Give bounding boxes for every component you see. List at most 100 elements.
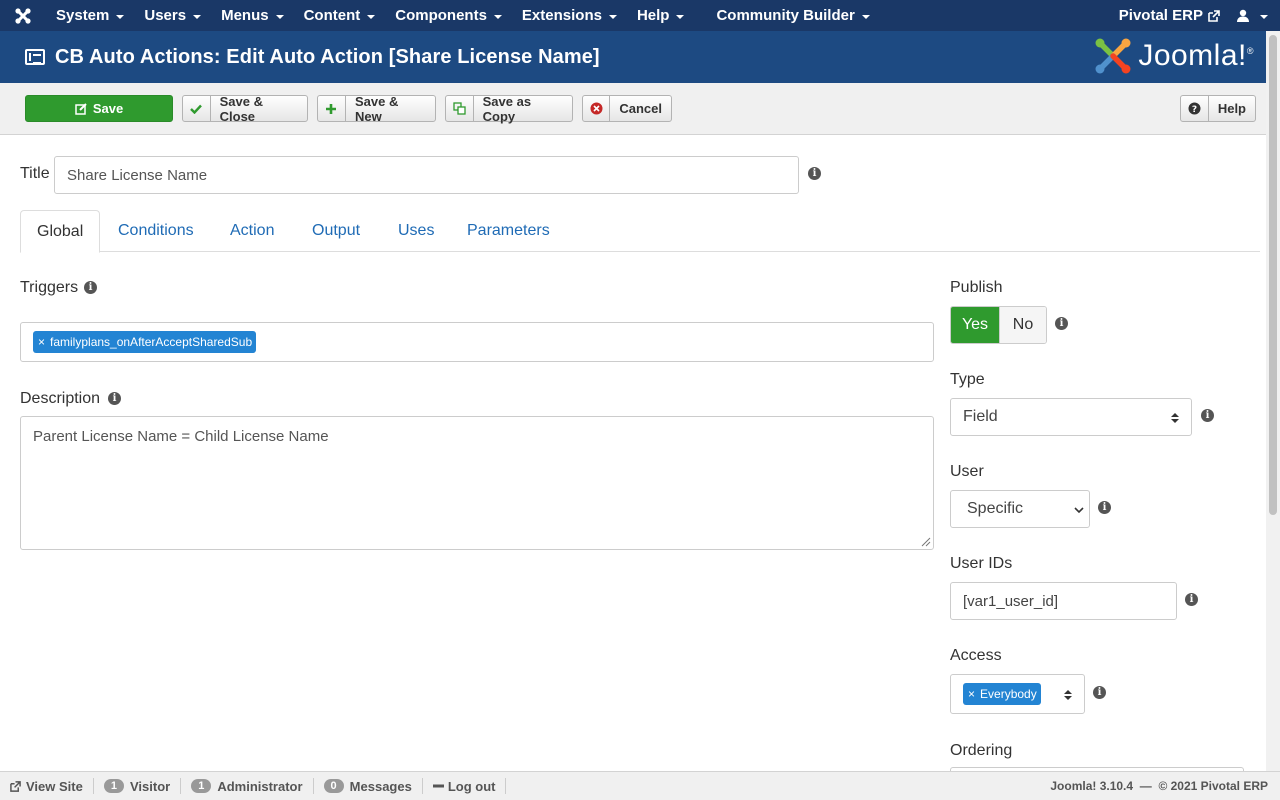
info-icon[interactable]: i: [1055, 317, 1068, 330]
menu-menus[interactable]: Menus: [211, 0, 294, 31]
minus-icon: [432, 784, 444, 788]
svg-text:?: ?: [1192, 105, 1197, 115]
user-ids-input[interactable]: [var1_user_id]: [950, 582, 1177, 620]
joomla-icon[interactable]: [0, 0, 46, 31]
tab-uses[interactable]: Uses: [398, 210, 434, 252]
remove-tag-icon[interactable]: ×: [968, 687, 975, 701]
chevron-down-icon: [367, 14, 376, 19]
save-button[interactable]: Save: [25, 95, 173, 122]
joomla-logo-icon: [1095, 38, 1131, 74]
plus-icon: [318, 96, 346, 121]
site-link[interactable]: Pivotal ERP: [1107, 7, 1232, 24]
cancel-button[interactable]: Cancel: [582, 95, 672, 122]
menu-users[interactable]: Users: [134, 0, 211, 31]
menu-content[interactable]: Content: [294, 0, 386, 31]
ordering-label: Ordering: [950, 742, 1013, 759]
page-header: CB Auto Actions: Edit Auto Action [Share…: [0, 31, 1280, 83]
save-new-button[interactable]: Save & New: [317, 94, 436, 124]
type-select[interactable]: Field: [950, 398, 1192, 436]
visitor-count: 1 Visitor: [94, 778, 182, 794]
question-icon: ?: [1181, 96, 1209, 121]
access-label: Access: [950, 647, 1002, 664]
publish-yes-button[interactable]: Yes: [951, 307, 999, 343]
menu-system[interactable]: System: [46, 0, 134, 31]
resize-handle-icon[interactable]: [919, 535, 931, 547]
status-bar: View Site 1 Visitor 1 Administrator 0 Me…: [0, 771, 1280, 800]
user-icon: [1237, 9, 1249, 22]
tab-output[interactable]: Output: [312, 210, 360, 252]
info-icon[interactable]: i: [1201, 409, 1214, 422]
cancel-icon: [583, 96, 611, 121]
view-site-link[interactable]: View Site: [0, 778, 94, 794]
tab-parameters[interactable]: Parameters: [467, 210, 550, 252]
user-menu[interactable]: [1232, 9, 1280, 23]
scrollbar[interactable]: [1266, 31, 1280, 771]
save-copy-button[interactable]: Save as Copy: [445, 94, 573, 124]
info-icon[interactable]: i: [1093, 686, 1106, 699]
sort-icon: [1171, 413, 1179, 423]
chevron-down-icon: [275, 14, 284, 19]
chevron-down-icon: [116, 14, 125, 19]
chevron-down-icon: [193, 14, 202, 19]
logout-link[interactable]: Log out: [423, 778, 507, 794]
trigger-tag[interactable]: × familyplans_onAfterAcceptSharedSub: [33, 331, 257, 353]
menu-extensions[interactable]: Extensions: [512, 0, 627, 31]
top-navbar: System Users Menus Content Components Ex…: [0, 0, 1280, 31]
chevron-down-icon: [493, 14, 502, 19]
status-badge: 1: [103, 779, 124, 793]
joomla-logo: Joomla!®: [1094, 37, 1254, 75]
type-label: Type: [950, 371, 985, 388]
publish-no-button[interactable]: No: [999, 307, 1046, 343]
chevron-down-icon: [861, 14, 870, 19]
menu-components[interactable]: Components: [385, 0, 512, 31]
topnav-right: Pivotal ERP: [1107, 0, 1280, 31]
user-label: User: [950, 463, 984, 480]
external-link-icon: [1208, 9, 1220, 22]
remove-tag-icon[interactable]: ×: [38, 335, 45, 349]
help-button[interactable]: ? Help: [1180, 95, 1256, 122]
chevron-down-icon: [608, 14, 617, 19]
access-tag[interactable]: × Everybody: [963, 683, 1041, 705]
publish-label: Publish: [950, 279, 1003, 296]
edit-icon: [75, 102, 87, 115]
check-icon: [183, 96, 211, 121]
chevron-down-icon: [676, 14, 685, 19]
scrollbar-thumb[interactable]: [1269, 35, 1277, 515]
info-icon[interactable]: i: [1098, 501, 1111, 514]
menu-help[interactable]: Help: [627, 0, 695, 31]
sort-icon: [1064, 690, 1072, 700]
info-icon[interactable]: i: [84, 281, 97, 294]
user-select[interactable]: Specific: [950, 490, 1090, 528]
title-input[interactable]: Share License Name: [54, 156, 799, 194]
info-icon[interactable]: i: [1185, 593, 1198, 606]
menu-community-builder[interactable]: Community Builder: [706, 0, 879, 31]
access-select[interactable]: × Everybody: [950, 674, 1085, 714]
description-textarea[interactable]: Parent License Name = Child License Name: [20, 416, 934, 550]
status-badge: 0: [323, 779, 344, 793]
user-ids-label: User IDs: [950, 555, 1013, 572]
toolbar: Save Save & Close Save & New Save as Cop…: [0, 83, 1266, 135]
version-info: Joomla! 3.10.4 — © 2021 Pivotal ERP: [1050, 779, 1268, 793]
info-icon[interactable]: i: [108, 392, 121, 405]
info-icon[interactable]: i: [808, 167, 821, 180]
tab-bar: Global Conditions Action Output Uses Par…: [20, 210, 1260, 253]
tab-global[interactable]: Global: [20, 210, 101, 253]
copy-icon: [446, 96, 474, 121]
main-menu: System Users Menus Content Components Ex…: [46, 0, 880, 31]
external-link-icon: [10, 780, 21, 792]
tab-conditions[interactable]: Conditions: [118, 210, 194, 252]
status-badge: 1: [191, 779, 212, 793]
administrator-count: 1 Administrator: [181, 778, 314, 794]
list-icon: [25, 49, 45, 65]
triggers-input[interactable]: × familyplans_onAfterAcceptSharedSub: [20, 322, 934, 362]
chevron-down-icon: [1074, 507, 1084, 514]
messages-link[interactable]: 0 Messages: [314, 778, 423, 794]
description-label: Description: [20, 390, 101, 407]
tab-action[interactable]: Action: [230, 210, 274, 252]
publish-toggle: Yes No: [950, 306, 1047, 344]
page-title: CB Auto Actions: Edit Auto Action [Share…: [55, 45, 600, 68]
title-label: Title: [20, 165, 50, 182]
chevron-down-icon: [1260, 14, 1268, 19]
save-close-button[interactable]: Save & Close: [182, 94, 308, 124]
triggers-label: Triggers: [20, 279, 79, 296]
